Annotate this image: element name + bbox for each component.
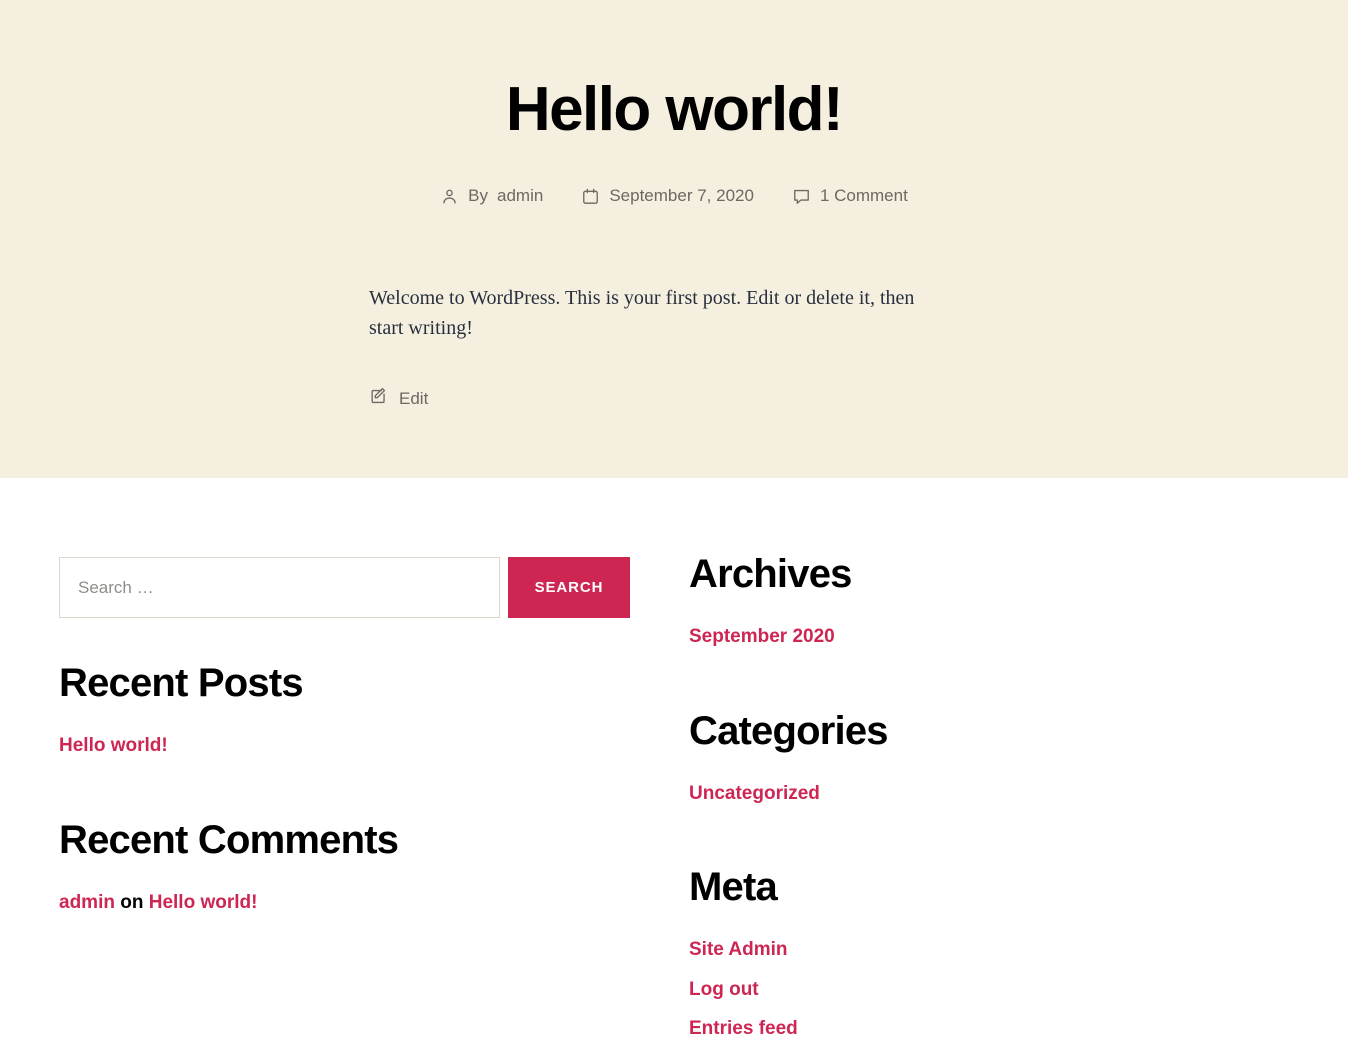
list-item: admin on Hello world! [59, 889, 631, 918]
meta-link-entries-feed[interactable]: Entries feed [689, 1018, 798, 1039]
comment-post-link[interactable]: Hello world! [149, 892, 258, 913]
person-icon [440, 187, 459, 206]
edit-post-row[interactable]: Edit [369, 387, 949, 411]
list-item: September 2020 [689, 623, 1249, 652]
list-item: Hello world! [59, 732, 631, 761]
widget-categories: Categories Uncategorized [689, 709, 1249, 809]
widget-title-categories: Categories [689, 708, 889, 753]
recent-post-link[interactable]: Hello world! [59, 735, 168, 756]
search-form[interactable]: Search [59, 557, 631, 618]
widget-meta: Meta Site Admin Log out Entries feed [689, 865, 1249, 1044]
widget-column-right: Archives September 2020 Categories Uncat… [689, 552, 1249, 1044]
widget-title-meta: Meta [689, 865, 778, 909]
page-title: Hello world! [505, 75, 844, 144]
post-comment-count-link[interactable]: 1 Comment [820, 186, 908, 206]
list-item: Entries feed [689, 1015, 1249, 1044]
post-author-link[interactable]: admin [497, 186, 543, 206]
edit-post-link[interactable]: Edit [399, 389, 428, 409]
post-content: Welcome to WordPress. This is your first… [369, 283, 949, 411]
post-author: By admin [440, 186, 543, 206]
calendar-icon [581, 187, 600, 206]
widget-recent-posts: Recent Posts Hello world! [59, 661, 631, 761]
post-date-text: September 7, 2020 [609, 186, 754, 206]
meta-link-log-out[interactable]: Log out [689, 979, 759, 1000]
widget-column-left: Search Recent Posts Hello world! Recent … [59, 557, 631, 917]
meta-list: Site Admin Log out Entries feed [689, 936, 1249, 1044]
widget-title-archives: Archives [689, 552, 852, 596]
post-author-prefix: By [468, 186, 489, 206]
search-input[interactable] [59, 557, 500, 618]
widget-recent-comments: Recent Comments admin on Hello world! [59, 818, 631, 918]
meta-link-site-admin[interactable]: Site Admin [689, 939, 788, 960]
widget-title-recent-posts: Recent Posts [59, 661, 304, 705]
post-comment-count: 1 Comment [792, 186, 908, 206]
search-button[interactable]: Search [508, 557, 630, 618]
widget-archives: Archives September 2020 [689, 552, 1249, 652]
post-body-text: Welcome to WordPress. This is your first… [369, 287, 915, 340]
list-item: Site Admin [689, 936, 1249, 965]
list-item: Uncategorized [689, 780, 1249, 809]
comment-separator: on [114, 891, 149, 913]
archives-list: September 2020 [689, 623, 1249, 652]
post-header: Hello world! By admin September 7, 2020 [0, 0, 1348, 478]
comment-author-link[interactable]: admin [59, 892, 115, 913]
post-date: September 7, 2020 [581, 186, 754, 206]
comment-bubble-icon [792, 187, 811, 206]
pencil-square-icon [369, 387, 388, 411]
widget-area: Search Recent Posts Hello world! Recent … [0, 478, 1348, 1063]
post-meta: By admin September 7, 2020 1 Comment [0, 186, 1348, 206]
archive-link[interactable]: September 2020 [689, 626, 835, 647]
categories-list: Uncategorized [689, 780, 1249, 809]
category-link[interactable]: Uncategorized [689, 783, 820, 804]
list-item: Log out [689, 976, 1249, 1005]
widget-title-recent-comments: Recent Comments [59, 817, 399, 862]
recent-posts-list: Hello world! [59, 732, 631, 761]
recent-comments-list: admin on Hello world! [59, 889, 631, 918]
